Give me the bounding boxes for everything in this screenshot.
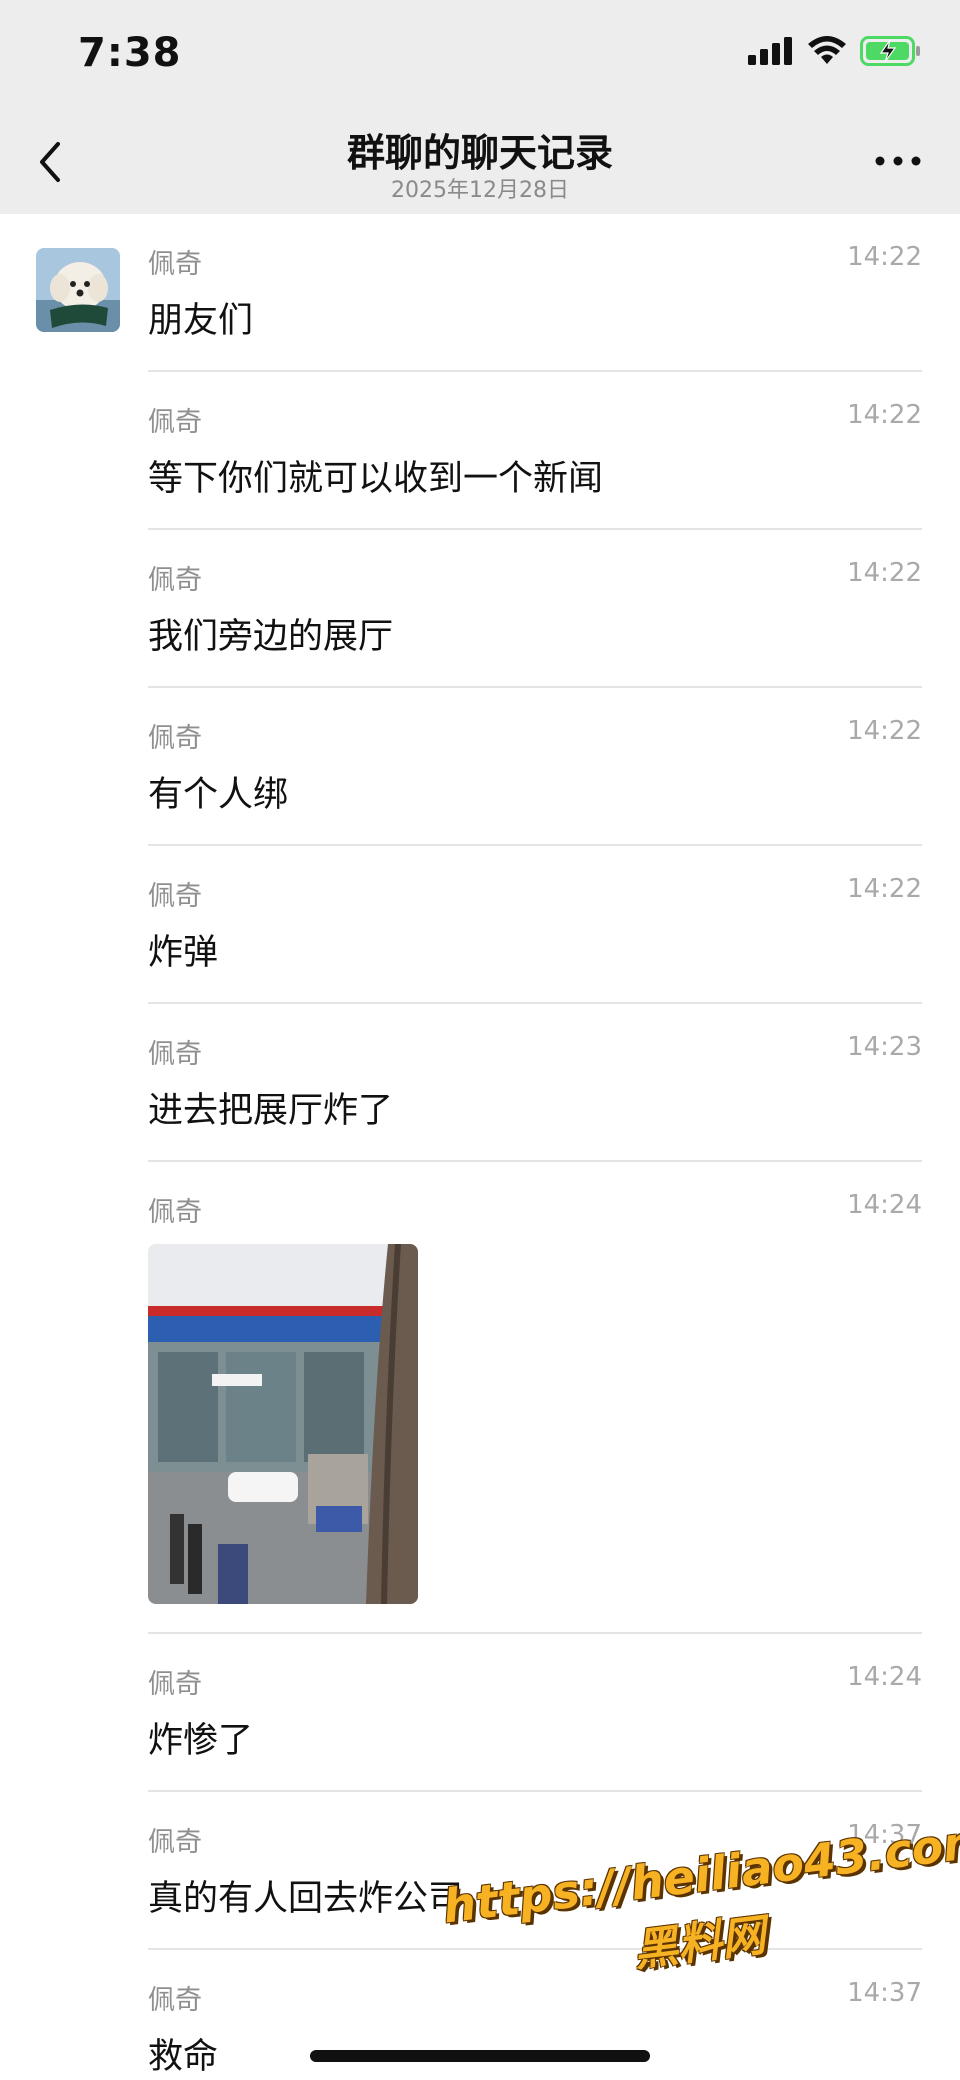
more-options-icon[interactable]	[874, 150, 922, 172]
message-photo[interactable]	[148, 1244, 418, 1604]
message-text: 真的有人回去炸公司	[148, 1879, 464, 1919]
message-sender: 佩奇	[148, 723, 202, 754]
top-bar: 7:38 群聊的聊天记录 2025年12月28日	[0, 0, 960, 214]
message-item[interactable]: 佩奇 14:22 等下你们就可以收到一个新闻	[148, 372, 922, 530]
message-sender: 佩奇	[148, 1669, 202, 1700]
message-item[interactable]: 佩奇 14:22 有个人绑	[148, 688, 922, 846]
message-list: 佩奇 14:22 朋友们 佩奇 14:22 等下你们就可以收到一个新闻 佩奇 1…	[148, 214, 922, 2080]
message-time: 14:22	[847, 400, 922, 430]
message-time: 14:23	[847, 1032, 922, 1062]
message-time: 14:24	[847, 1190, 922, 1220]
message-time: 14:22	[847, 558, 922, 588]
battery-charging-icon	[860, 36, 920, 66]
message-text: 我们旁边的展厅	[148, 617, 394, 657]
message-item[interactable]: 佩奇 14:22 朋友们	[148, 214, 922, 372]
message-item[interactable]: 佩奇 14:22 我们旁边的展厅	[148, 530, 922, 688]
wifi-icon	[808, 36, 846, 64]
message-sender: 佩奇	[148, 1985, 202, 2016]
message-text: 救命	[148, 2037, 219, 2077]
page-title: 群聊的聊天记录	[346, 131, 613, 175]
status-time: 7:38	[78, 30, 182, 76]
message-time: 14:22	[847, 242, 922, 272]
message-time: 14:24	[847, 1662, 922, 1692]
message-sender: 佩奇	[148, 881, 202, 912]
page-subtitle-date: 2025年12月28日	[391, 178, 569, 203]
chat-history-screen: 7:38 群聊的聊天记录 2025年12月28日 佩奇 14:22 朋友们 佩奇…	[0, 0, 960, 2080]
message-text: 进去把展厅炸了	[148, 1091, 394, 1131]
message-text: 有个人绑	[148, 775, 289, 815]
message-text: 炸弹	[148, 933, 219, 973]
message-sender: 佩奇	[148, 1039, 202, 1070]
sender-avatar[interactable]	[36, 248, 120, 332]
signal-icon	[748, 37, 792, 65]
message-sender: 佩奇	[148, 1827, 202, 1858]
message-time: 14:22	[847, 874, 922, 904]
message-sender: 佩奇	[148, 407, 202, 438]
message-item[interactable]: 佩奇 14:22 炸弹	[148, 846, 922, 1004]
message-time: 14:22	[847, 716, 922, 746]
message-text: 等下你们就可以收到一个新闻	[148, 459, 604, 499]
message-item[interactable]: 佩奇 14:23 进去把展厅炸了	[148, 1004, 922, 1162]
home-indicator[interactable]	[310, 2050, 650, 2062]
message-sender: 佩奇	[148, 249, 202, 280]
message-item[interactable]: 佩奇 14:24 炸惨了	[148, 1634, 922, 1792]
message-sender: 佩奇	[148, 1197, 202, 1228]
message-text: 朋友们	[148, 301, 254, 341]
message-item-image[interactable]: 佩奇 14:24	[148, 1162, 922, 1634]
message-time: 14:37	[847, 1978, 922, 2008]
message-sender: 佩奇	[148, 565, 202, 596]
status-icons	[748, 36, 922, 66]
message-text: 炸惨了	[148, 1721, 254, 1761]
